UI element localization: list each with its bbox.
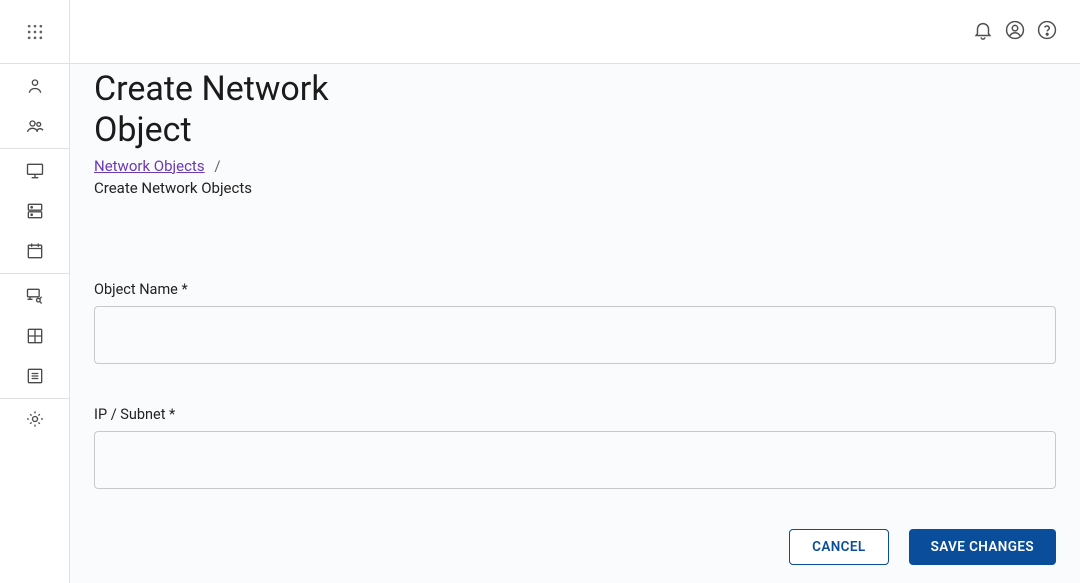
breadcrumb-link-network-objects[interactable]: Network Objects [94,157,205,175]
account-button[interactable] [1004,21,1026,43]
sidebar-apps[interactable] [0,0,69,64]
main-area: Create Network Object Network Objects / … [70,0,1080,583]
grid-icon [25,326,45,346]
calendar-icon [25,241,45,261]
sidebar-item-user[interactable] [0,66,69,106]
save-button[interactable]: SAVE CHANGES [909,529,1056,565]
sidebar-item-settings[interactable] [0,399,69,439]
button-row: CANCEL SAVE CHANGES [94,529,1056,565]
ip-subnet-label: IP / Subnet * [94,406,1056,423]
sidebar-item-calendar[interactable] [0,231,69,271]
gear-icon [25,409,45,429]
object-name-input[interactable] [94,306,1056,364]
sidebar-group-1 [0,64,69,149]
list-icon [25,366,45,386]
sidebar-item-list[interactable] [0,356,69,396]
content: Create Network Object Network Objects / … [70,64,1080,583]
users-icon [25,116,45,136]
sidebar-item-users[interactable] [0,106,69,146]
form-group-ip-subnet: IP / Subnet * [94,406,1056,489]
sidebar [0,0,70,583]
monitor-icon [25,161,45,181]
bell-icon [972,19,994,45]
notifications-button[interactable] [972,21,994,43]
sidebar-group-2 [0,149,69,274]
breadcrumb-current: Create Network Objects [94,179,1056,197]
page-title: Create Network Object [94,69,354,151]
sidebar-item-monitor[interactable] [0,151,69,191]
breadcrumb-separator: / [208,157,226,175]
server-icon [25,201,45,221]
cancel-button[interactable]: CANCEL [789,529,889,565]
topbar [70,0,1080,64]
sidebar-group-3 [0,274,69,399]
form-group-object-name: Object Name * [94,281,1056,364]
object-name-label: Object Name * [94,281,1056,298]
account-circle-icon [1004,19,1026,45]
user-icon [25,76,45,96]
help-button[interactable] [1036,21,1058,43]
apps-grid-icon [25,22,45,42]
network-icon [25,286,45,306]
breadcrumb: Network Objects / Create Network Objects [94,157,1056,197]
sidebar-item-grid[interactable] [0,316,69,356]
ip-subnet-input[interactable] [94,431,1056,489]
help-icon [1036,19,1058,45]
sidebar-item-network[interactable] [0,276,69,316]
sidebar-item-server[interactable] [0,191,69,231]
